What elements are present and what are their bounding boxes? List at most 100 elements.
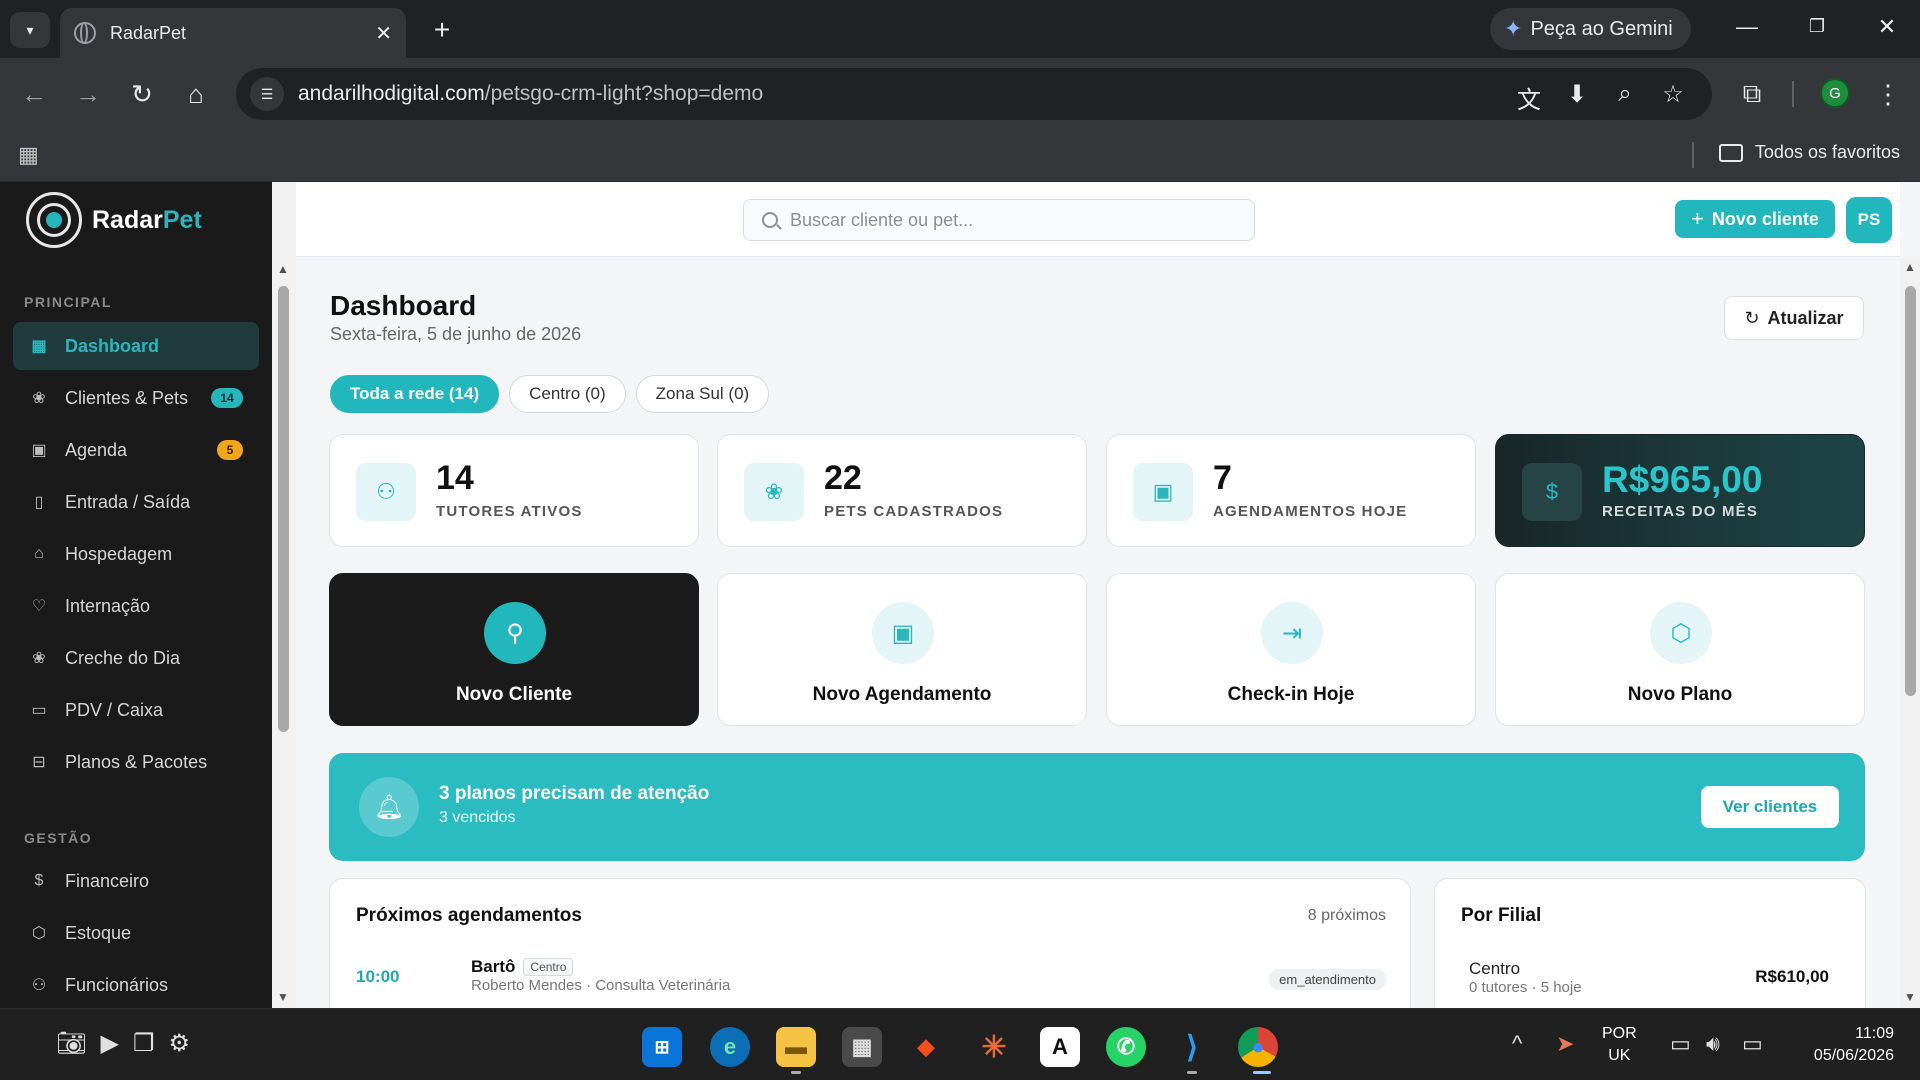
- claude-icon[interactable]: ✳: [974, 1027, 1014, 1067]
- zoom-icon[interactable]: ⌕: [1610, 80, 1640, 108]
- url-path: /petsgo-crm-light?shop=demo: [484, 82, 764, 105]
- system-clock[interactable]: 11:09 05/06/2026: [1790, 1023, 1894, 1067]
- action-novo-cliente[interactable]: ⚲ Novo Cliente: [329, 573, 699, 726]
- tab-search-button[interactable]: ▾: [10, 12, 50, 48]
- bookmarks-bar: ▦ Todos os favoritos: [0, 130, 1920, 182]
- restore-icon[interactable]: ❐: [1802, 16, 1832, 37]
- calendar-plus-icon: ▣: [872, 602, 934, 664]
- search-input[interactable]: [790, 209, 1230, 231]
- clock-date: 05/06/2026: [1813, 1047, 1894, 1064]
- action-check-in-hoje[interactable]: ⇥ Check-in Hoje: [1106, 573, 1476, 726]
- sidebar-item-financeiro[interactable]: $ Financeiro: [13, 857, 259, 905]
- main-content: + Novo cliente PS Dashboard Sexta-feira,…: [296, 182, 1920, 1008]
- bell-icon: 🔔︎: [359, 777, 419, 837]
- all-bookmarks-folder[interactable]: Todos os favoritos: [1718, 142, 1900, 163]
- view-clients-button[interactable]: Ver clientes: [1701, 786, 1839, 828]
- install-app-icon[interactable]: ⬇: [1562, 80, 1592, 109]
- package-icon: ⬡: [1650, 602, 1712, 664]
- apps-grid-icon[interactable]: ▦: [18, 142, 39, 168]
- sidebar-item-creche-do-dia[interactable]: ❀ Creche do Dia: [13, 634, 259, 682]
- appointment-detail: Roberto Mendes · Consulta Veterinária: [471, 977, 731, 994]
- dollar-circle-icon: $: [1522, 463, 1582, 521]
- main-scrollbar[interactable]: ▲ ▼: [1900, 258, 1920, 1008]
- stat-label: AGENDAMENTOS HOJE: [1213, 503, 1408, 520]
- minimize-icon[interactable]: —: [1732, 14, 1762, 40]
- sidebar-item-internacao[interactable]: ♡ Internação: [13, 582, 259, 630]
- url-text[interactable]: andarilhodigital.com/petsgo-crm-light?sh…: [298, 82, 763, 106]
- browser-tab[interactable]: RadarPet ✕: [60, 8, 406, 58]
- scroll-down-arrow-icon[interactable]: ▼: [277, 990, 289, 1004]
- window-icon[interactable]: ❐: [133, 1029, 155, 1058]
- sidebar-item-agenda[interactable]: ▣ Agenda 5: [13, 426, 259, 474]
- all-bookmarks-label: Todos os favoritos: [1754, 142, 1900, 162]
- font-app-icon[interactable]: A: [1040, 1027, 1080, 1067]
- site-settings-icon[interactable]: ☰: [250, 77, 284, 111]
- edge-browser-icon[interactable]: e: [710, 1027, 750, 1067]
- location-arrow-icon[interactable]: ➤: [1556, 1031, 1574, 1057]
- login-icon: ⇥: [1261, 602, 1323, 664]
- close-window-icon[interactable]: ✕: [1872, 14, 1902, 40]
- alert-title: 3 planos precisam de atenção: [439, 783, 710, 804]
- address-bar[interactable]: ☰ andarilhodigital.com/petsgo-crm-light?…: [236, 68, 1712, 120]
- input-language[interactable]: POR UK: [1602, 1023, 1637, 1067]
- reload-icon[interactable]: ↻: [126, 78, 158, 110]
- action-novo-plano[interactable]: ⬡ Novo Plano: [1495, 573, 1865, 726]
- running-indicator: [791, 1071, 801, 1074]
- scroll-down-arrow-icon[interactable]: ▼: [1904, 990, 1916, 1004]
- home-icon[interactable]: ⌂: [180, 78, 212, 110]
- calculator-icon[interactable]: ▦: [842, 1027, 882, 1067]
- search-icon: [762, 212, 778, 228]
- branch-name: Centro: [1469, 959, 1521, 978]
- sidebar-item-planos-pacotes[interactable]: ⊟ Planos & Pacotes: [13, 738, 259, 786]
- video-icon[interactable]: ▶: [100, 1029, 118, 1058]
- refresh-button[interactable]: ↻ Atualizar: [1724, 296, 1864, 340]
- sidebar-item-funcionarios[interactable]: ⚇ Funcionários: [13, 961, 259, 1008]
- action-novo-agendamento[interactable]: ▣ Novo Agendamento: [717, 573, 1087, 726]
- filter-chip-all[interactable]: Toda a rede (14): [330, 375, 500, 413]
- back-icon[interactable]: ←: [18, 78, 50, 110]
- box-icon: ⬡: [32, 925, 46, 942]
- chrome-icon[interactable]: ●: [1238, 1027, 1278, 1067]
- sidebar-item-dashboard[interactable]: ▦ Dashboard: [13, 322, 259, 370]
- vscode-icon[interactable]: ⟩: [1172, 1027, 1212, 1067]
- sidebar-scrollbar[interactable]: ▲ ▼: [272, 182, 296, 1008]
- new-client-label: Novo cliente: [1711, 208, 1819, 229]
- file-explorer-icon[interactable]: ▬: [776, 1027, 816, 1067]
- network-icon[interactable]: ▭: [1670, 1031, 1691, 1057]
- whatsapp-icon[interactable]: ✆: [1106, 1027, 1146, 1067]
- bookmark-star-icon[interactable]: ☆: [1658, 80, 1688, 109]
- more-menu-icon[interactable]: ⋮: [1872, 78, 1904, 110]
- filter-chip-centro[interactable]: Centro (0): [509, 375, 626, 413]
- stat-card-agendamentos: ▣ 7 AGENDAMENTOS HOJE: [1106, 434, 1476, 547]
- search-box[interactable]: [743, 199, 1255, 241]
- scroll-up-arrow-icon[interactable]: ▲: [1904, 260, 1916, 274]
- new-tab-button[interactable]: +: [424, 12, 460, 48]
- volume-icon[interactable]: 🔊︎: [1706, 1031, 1720, 1057]
- sidebar-item-hospedagem[interactable]: ⌂ Hospedagem: [13, 530, 259, 578]
- brand-logo-link[interactable]: RadarPet: [26, 192, 202, 248]
- forward-icon[interactable]: →: [72, 78, 104, 110]
- camera-icon[interactable]: 📷︎: [56, 1029, 86, 1058]
- close-tab-icon[interactable]: ✕: [375, 21, 392, 46]
- filter-chip-zona-sul[interactable]: Zona Sul (0): [635, 375, 770, 413]
- scroll-up-arrow-icon[interactable]: ▲: [277, 262, 289, 276]
- sidebar-item-estoque[interactable]: ⬡ Estoque: [13, 909, 259, 957]
- main-scroll-thumb[interactable]: [1905, 286, 1916, 696]
- start-windows-icon[interactable]: ⊞: [642, 1027, 682, 1067]
- app-sidebar: RadarPet PRINCIPAL ▦ Dashboard ❀ Cliente…: [0, 182, 272, 1008]
- settings-gear-icon[interactable]: ⚙: [168, 1029, 190, 1058]
- battery-icon[interactable]: ▭: [1742, 1031, 1763, 1057]
- profile-avatar[interactable]: G: [1820, 78, 1850, 108]
- translate-icon[interactable]: 文: [1514, 80, 1544, 115]
- gemini-button[interactable]: ✦ Peça ao Gemini: [1490, 8, 1691, 50]
- extensions-icon[interactable]: ⧉: [1736, 78, 1768, 110]
- sidebar-item-label: Planos & Pacotes: [65, 751, 208, 772]
- show-hidden-icons-chevron-icon[interactable]: ^: [1512, 1031, 1522, 1057]
- user-avatar[interactable]: PS: [1846, 197, 1892, 243]
- sidebar-item-entrada-saida[interactable]: ▯ Entrada / Saída: [13, 478, 259, 526]
- sidebar-item-clientes-pets[interactable]: ❀ Clientes & Pets 14: [13, 374, 259, 422]
- new-client-button[interactable]: + Novo cliente: [1675, 200, 1835, 238]
- figma-icon[interactable]: ◆: [906, 1027, 946, 1067]
- sidebar-scroll-thumb[interactable]: [278, 286, 289, 732]
- sidebar-item-pdv-caixa[interactable]: ▭ PDV / Caixa: [13, 686, 259, 734]
